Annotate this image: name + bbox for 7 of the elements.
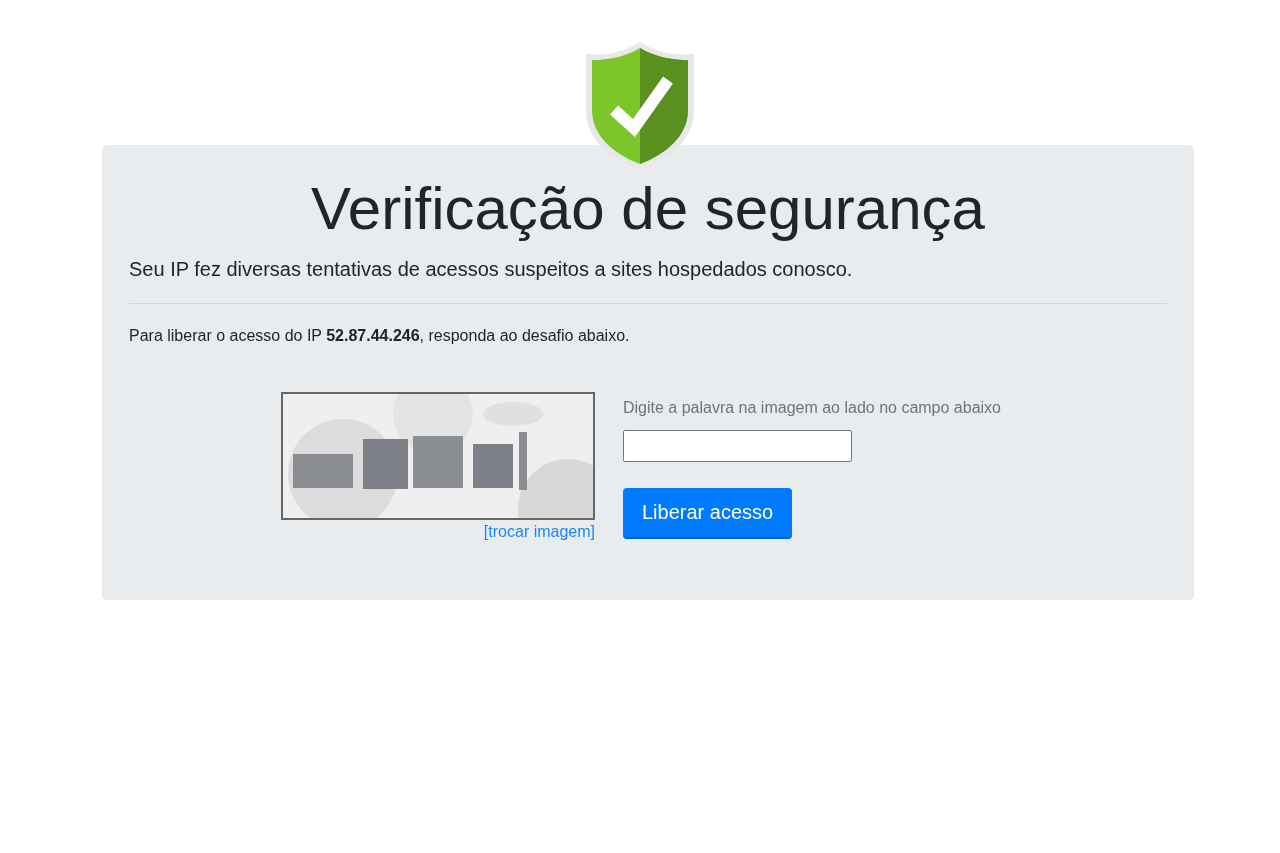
hint-text: Digite a palavra na imagem ao lado no campo abaixo (623, 398, 1001, 418)
submit-button[interactable]: Liberar acesso (623, 488, 793, 539)
lead-text: Seu IP fez diversas tentativas de acessos suspeitos a sites hospedados conosco. (129, 257, 854, 282)
page-title: Verificação de segurança (310, 174, 986, 244)
change-image-link[interactable]: [trocar imagem] (483, 520, 595, 544)
instruction-text: Para liberar o acesso do IP 52.87.44.246, responda ao desafio abaixo. (129, 326, 631, 346)
input-field[interactable] (623, 430, 852, 462)
